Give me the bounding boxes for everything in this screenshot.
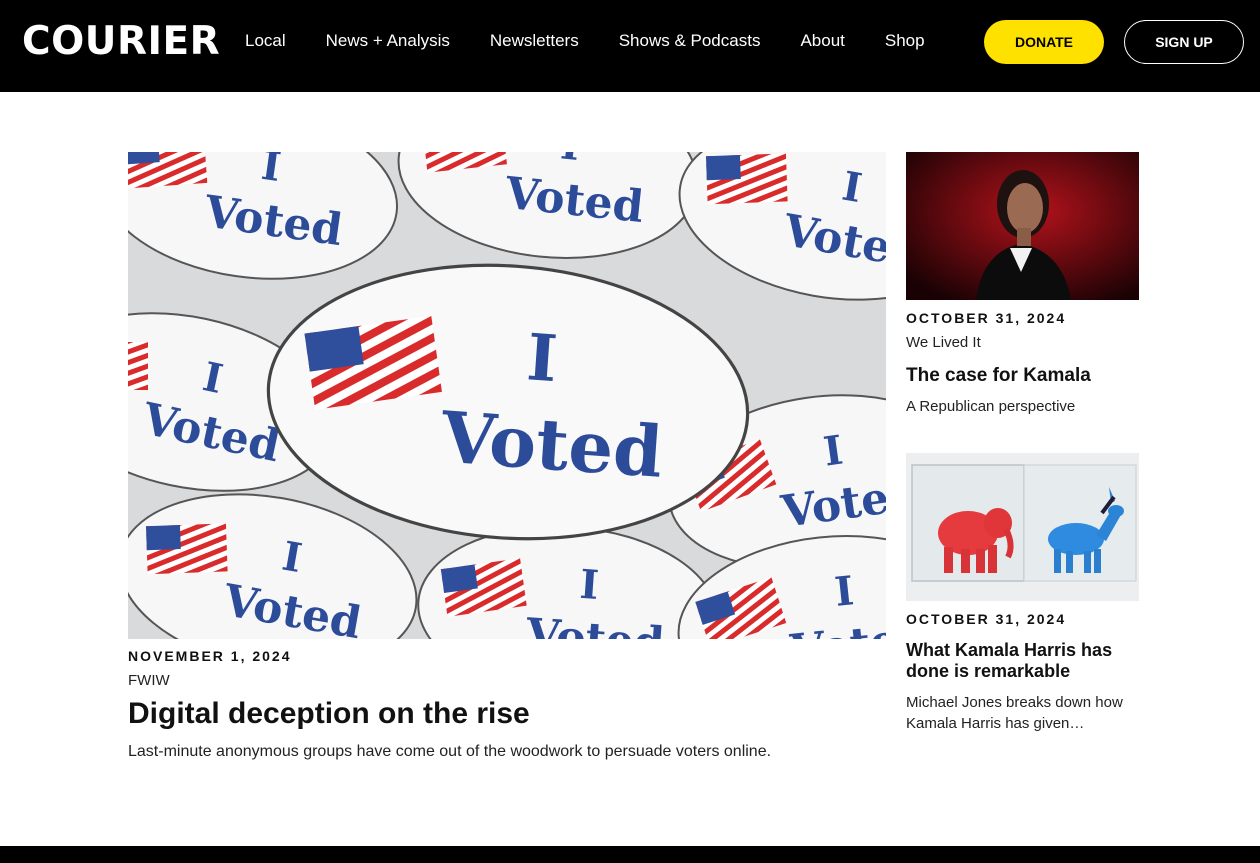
nav-item-shows-podcasts[interactable]: Shows & Podcasts	[619, 30, 761, 52]
side-story-1-date: OCTOBER 31, 2024	[906, 310, 1067, 326]
side-story-2-image[interactable]	[906, 453, 1139, 601]
side-story-2-headline[interactable]: What Kamala Harris has done is remarkabl…	[906, 640, 1139, 682]
feature-description: Last-minute anonymous groups have come o…	[128, 743, 772, 760]
nav-item-shop[interactable]: Shop	[885, 30, 925, 52]
nav-item-newsletters[interactable]: Newsletters	[490, 30, 579, 52]
side-story-1-category[interactable]: We Lived It	[906, 334, 981, 351]
feature-category[interactable]: FWIW	[128, 672, 170, 689]
elephant-donkey-illustration	[906, 453, 1139, 601]
side-story-1-image[interactable]	[906, 152, 1139, 300]
side-story-1-headline[interactable]: The case for Kamala	[906, 365, 1091, 387]
side-story-1-description: A Republican perspective	[906, 398, 1076, 415]
side-story-2-date: OCTOBER 31, 2024	[906, 611, 1067, 627]
feature-date: NOVEMBER 1, 2024	[128, 648, 292, 664]
svg-text:I: I	[525, 320, 560, 397]
nav-item-news-analysis[interactable]: News + Analysis	[326, 30, 450, 52]
nav-item-about[interactable]: About	[800, 30, 844, 52]
donate-button[interactable]: DONATE	[984, 20, 1104, 64]
sign-up-button[interactable]: SIGN UP	[1124, 20, 1244, 64]
main-nav: Local News + Analysis Newsletters Shows …	[245, 30, 965, 52]
side-story-2-description: Michael Jones breaks down how Kamala Har…	[906, 694, 1123, 732]
site-header: COURIER Local News + Analysis Newsletter…	[0, 0, 1260, 92]
svg-text:Voted: Voted	[438, 395, 666, 493]
i-voted-stickers-illustration: I Voted I Voted	[128, 152, 886, 639]
site-logo[interactable]: COURIER	[22, 18, 220, 66]
portrait-illustration	[906, 152, 1139, 300]
nav-item-local[interactable]: Local	[245, 30, 286, 52]
feature-headline[interactable]: Digital deception on the rise	[128, 697, 530, 731]
feature-image[interactable]: I Voted I Voted	[128, 152, 886, 639]
footer-bar	[0, 846, 1260, 863]
